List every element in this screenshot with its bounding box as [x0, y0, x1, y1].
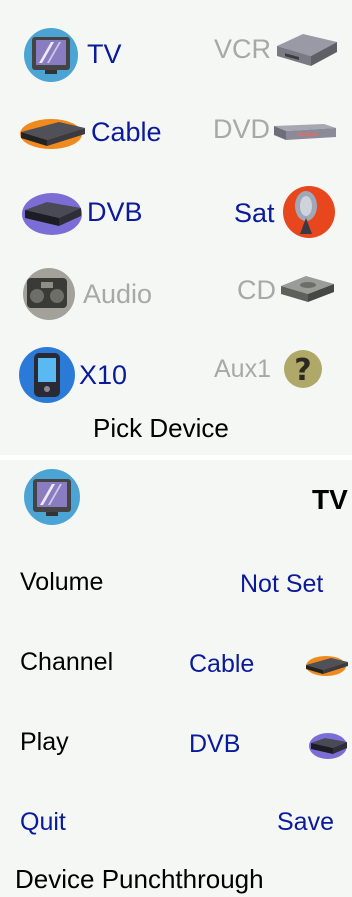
panel-title: Pick Device: [93, 413, 229, 443]
device-label: CD: [237, 274, 276, 305]
cable-box-icon: [15, 104, 89, 160]
satellite-dish-icon: [279, 184, 335, 242]
dvb-receiver-icon: [17, 184, 87, 240]
panel-title: Device Punchthrough: [15, 864, 264, 894]
svg-text:?: ?: [294, 353, 311, 388]
channel-label: Channel: [20, 648, 114, 676]
channel-value[interactable]: Cable: [189, 650, 254, 679]
punchthrough-panel: TV Volume Not Set Channel Cable Play DVB…: [0, 460, 352, 897]
device-dvb[interactable]: DVB: [17, 184, 143, 240]
dvd-player-icon: [272, 104, 338, 154]
play-label: Play: [20, 728, 69, 756]
cable-box-icon: [302, 646, 350, 684]
device-sat[interactable]: Sat: [234, 184, 335, 242]
dvb-receiver-icon: [306, 726, 350, 764]
selected-device-name: TV: [312, 484, 348, 515]
device-vcr[interactable]: VCR: [214, 24, 339, 74]
device-cd[interactable]: CD: [237, 264, 336, 316]
volume-label: Volume: [20, 568, 104, 596]
play-value[interactable]: DVB: [189, 730, 240, 759]
device-label: Sat: [234, 197, 275, 228]
device-label: DVD: [213, 113, 271, 144]
tv-icon: [17, 24, 87, 84]
pda-icon: [17, 344, 77, 406]
device-label: DVB: [87, 196, 143, 227]
volume-value[interactable]: Not Set: [240, 570, 323, 599]
vcr-icon: [273, 24, 339, 74]
device-label: Aux1: [214, 354, 271, 383]
device-label: Audio: [83, 278, 153, 309]
quit-button[interactable]: Quit: [20, 808, 66, 837]
cd-player-icon: [278, 264, 336, 316]
device-audio[interactable]: Audio: [17, 264, 152, 324]
question-mark-icon: ?: [281, 344, 327, 394]
device-picker-panel: TV VCR Cable DVD DVB Sat Audio CD X10 Au…: [0, 0, 352, 455]
save-button[interactable]: Save: [277, 808, 334, 837]
device-dvd[interactable]: DVD: [213, 104, 338, 154]
device-label: X10: [79, 359, 128, 390]
device-label: Cable: [91, 116, 162, 147]
device-x10[interactable]: X10: [17, 344, 127, 406]
tv-icon: [18, 466, 88, 528]
device-cable[interactable]: Cable: [15, 104, 162, 160]
device-label: TV: [87, 38, 122, 69]
device-label: VCR: [214, 33, 272, 64]
device-tv[interactable]: TV: [17, 24, 122, 84]
device-aux1[interactable]: Aux1 ?: [214, 344, 327, 394]
boombox-icon: [17, 264, 83, 324]
